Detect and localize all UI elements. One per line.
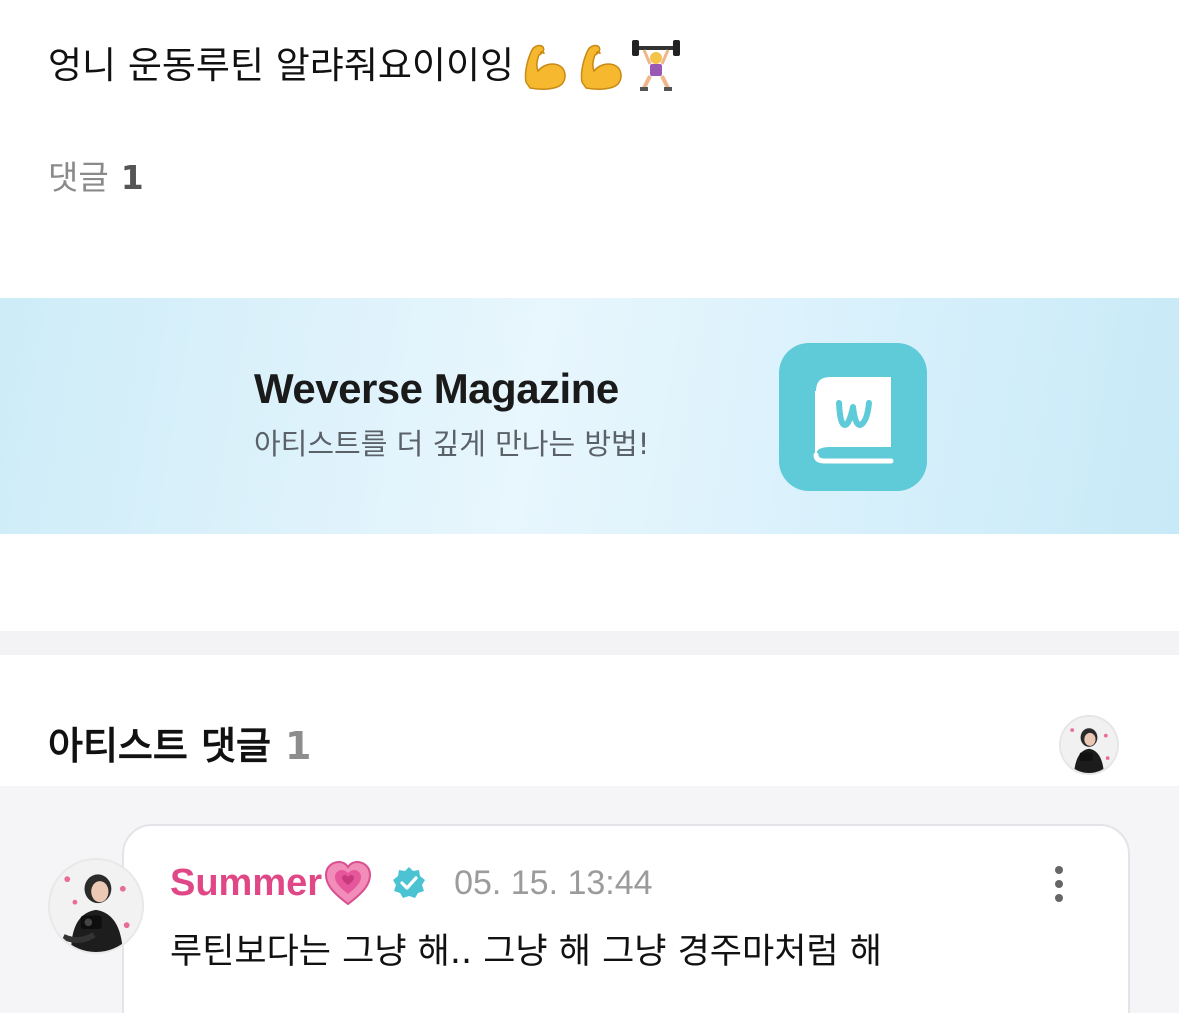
comment-count-value: 1 xyxy=(120,158,144,197)
commenter-avatar[interactable] xyxy=(48,858,144,954)
comment-text: 루틴보다는 그냥 해.. 그냥 해 그냥 경주마처럼 해 xyxy=(170,932,882,972)
section-divider xyxy=(0,631,1179,655)
artist-comments-title: 아티스트 댓글 xyxy=(48,724,271,768)
verified-badge-icon xyxy=(392,866,426,900)
post-text: 엉니 운동루틴 알랴줘요이이잉 xyxy=(48,44,515,87)
comment-meta: Summer 05. 15. 13:44 xyxy=(170,858,653,908)
comment-count[interactable]: 댓글 1 xyxy=(48,156,144,200)
artist-avatar-mini[interactable] xyxy=(1059,715,1119,775)
flexed-biceps-icon xyxy=(518,38,570,94)
comment-author[interactable]: Summer xyxy=(170,858,322,908)
more-vertical-icon[interactable] xyxy=(1044,862,1074,906)
artist-comments-header: 아티스트 댓글 1 xyxy=(48,718,311,774)
weverse-magazine-banner[interactable] xyxy=(0,298,1179,534)
artist-comment-card[interactable] xyxy=(122,824,1130,1013)
weightlifter-icon xyxy=(630,38,682,94)
weverse-magazine-app-icon xyxy=(779,343,927,491)
flexed-biceps-icon xyxy=(574,38,626,94)
post-page: 엉니 운동루틴 알랴줘요이이잉 댓글 1 Weverse Magazine 아티… xyxy=(0,0,1179,1013)
post-body: 엉니 운동루틴 알랴줘요이이잉 xyxy=(48,38,682,94)
banner-subtitle: 아티스트를 더 깊게 만나는 방법! xyxy=(254,427,650,461)
comment-timestamp: 05. 15. 13:44 xyxy=(454,864,653,902)
banner-title: Weverse Magazine xyxy=(254,365,619,412)
artist-comments-count: 1 xyxy=(285,724,312,768)
comment-count-label: 댓글 xyxy=(48,158,109,197)
growing-heart-icon xyxy=(322,858,374,908)
